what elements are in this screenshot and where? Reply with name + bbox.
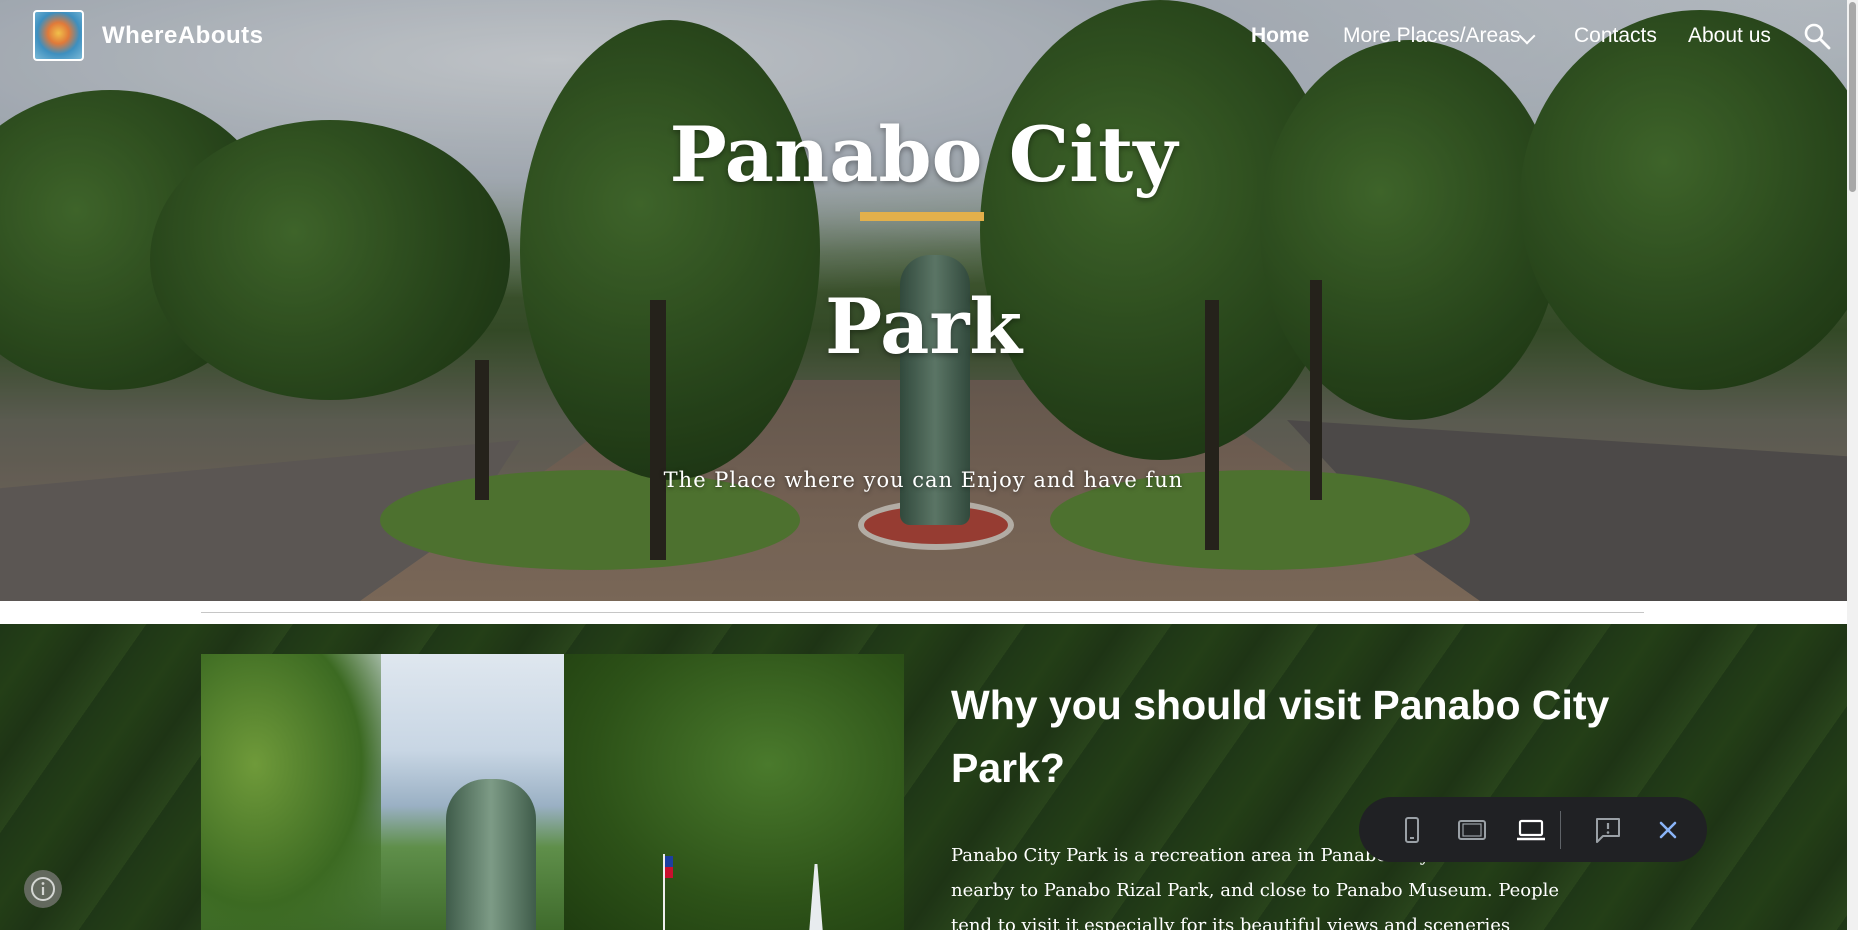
nav-item-home[interactable]: Home bbox=[1251, 24, 1309, 48]
chevron-down-icon[interactable] bbox=[1518, 27, 1536, 45]
content-section: Why you should visit Panabo City Park? P… bbox=[0, 624, 1847, 930]
hero-title-line1: Panabo City bbox=[669, 110, 1178, 199]
site-title[interactable]: WhereAbouts bbox=[102, 22, 264, 50]
search-icon[interactable] bbox=[1803, 22, 1831, 50]
section-photo bbox=[201, 654, 904, 930]
laptop-preview-icon[interactable] bbox=[1514, 813, 1548, 847]
photo-foliage bbox=[564, 654, 904, 930]
toolbar-separator bbox=[1560, 811, 1561, 849]
preview-toolbar bbox=[1359, 797, 1707, 862]
tablet-preview-icon[interactable] bbox=[1455, 813, 1489, 847]
hero-title-line2: Park bbox=[824, 282, 1023, 371]
site-logo[interactable] bbox=[33, 10, 84, 61]
nav-item-more-places[interactable]: More Places/Areas bbox=[1343, 24, 1520, 48]
nav-item-about-us[interactable]: About us bbox=[1688, 24, 1771, 48]
hero-accent-bar bbox=[860, 212, 984, 221]
report-icon[interactable] bbox=[1591, 813, 1625, 847]
info-icon[interactable] bbox=[24, 870, 62, 908]
section-title: Why you should visit Panabo City Park? bbox=[951, 682, 1610, 791]
flag-icon bbox=[665, 856, 673, 878]
hero-subtitle: The Place where you can Enjoy and have f… bbox=[663, 468, 1184, 492]
photo-foliage bbox=[201, 654, 381, 930]
scrollbar-thumb[interactable] bbox=[1849, 2, 1856, 192]
section-divider bbox=[201, 612, 1644, 613]
top-nav: WhereAbouts Home More Places/Areas Conta… bbox=[0, 0, 1847, 72]
phone-preview-icon[interactable] bbox=[1395, 813, 1429, 847]
nav-item-contacts[interactable]: Contacts bbox=[1574, 24, 1657, 48]
page: Panabo City Park The Place where you can… bbox=[0, 0, 1858, 930]
hero-banner: Panabo City Park The Place where you can… bbox=[0, 0, 1847, 601]
photo-statue bbox=[446, 779, 536, 930]
close-icon[interactable] bbox=[1651, 813, 1685, 847]
